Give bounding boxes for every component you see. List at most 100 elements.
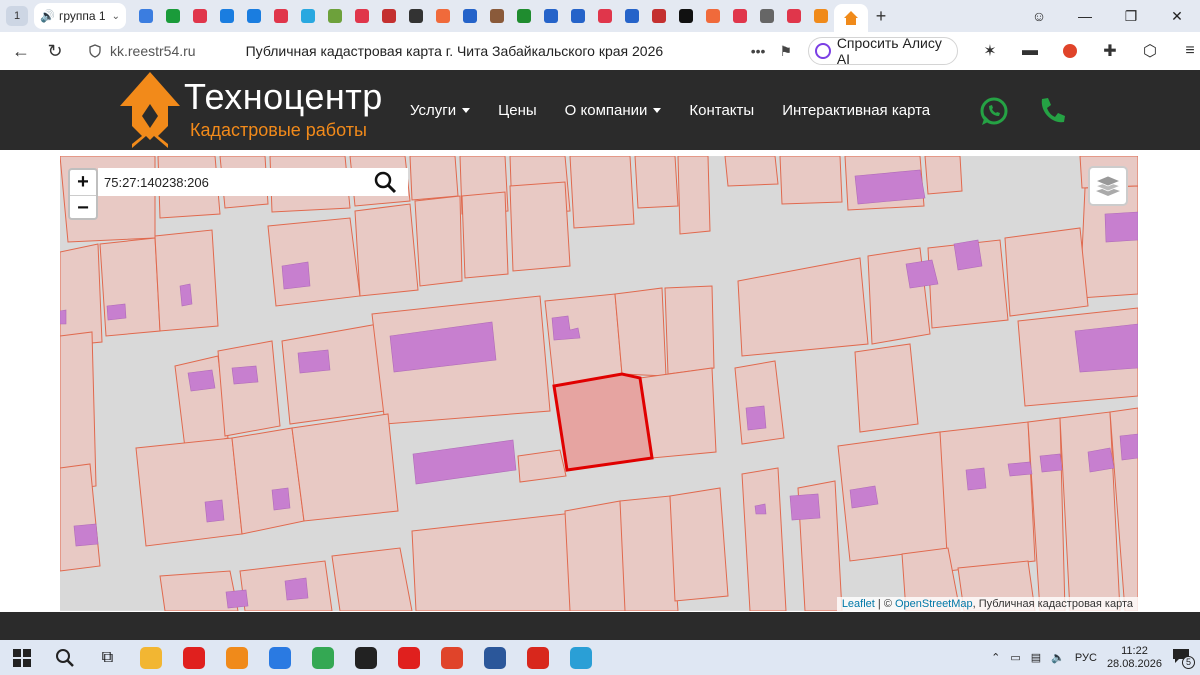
building[interactable]: [849, 485, 879, 509]
tab[interactable]: [456, 3, 483, 29]
parcel[interactable]: [291, 413, 399, 522]
taskbar-app[interactable]: [473, 640, 516, 675]
tab[interactable]: [213, 3, 240, 29]
building[interactable]: [789, 493, 821, 521]
menu-icon[interactable]: ≡: [1170, 42, 1200, 60]
taskbar-app[interactable]: [516, 640, 559, 675]
parcels-layer[interactable]: [60, 156, 1138, 611]
building[interactable]: [965, 467, 987, 491]
tab[interactable]: [564, 3, 591, 29]
tab[interactable]: [348, 3, 375, 29]
parcel[interactable]: [281, 323, 386, 425]
parcel[interactable]: [217, 340, 281, 437]
parcel[interactable]: [939, 421, 1036, 572]
parcel[interactable]: [1027, 417, 1066, 611]
notifications-button[interactable]: 5: [1172, 648, 1195, 669]
url-field[interactable]: kk.reestr54.ru Публичная кадастровая кар…: [84, 36, 800, 66]
parcel[interactable]: [267, 217, 361, 307]
parcel[interactable]: [99, 237, 161, 337]
parcel[interactable]: [509, 181, 571, 272]
parcel[interactable]: [619, 495, 679, 611]
extension-icon[interactable]: ✶: [970, 41, 1010, 61]
more-icon[interactable]: •••: [751, 43, 766, 59]
menu-item-contacts[interactable]: Контакты: [689, 102, 754, 119]
search-input[interactable]: [98, 174, 368, 190]
parcel[interactable]: [569, 156, 635, 229]
search-taskbar-button[interactable]: [43, 640, 86, 675]
taskbar-app[interactable]: [258, 640, 301, 675]
parcel[interactable]: [60, 243, 103, 347]
taskbar-app[interactable]: [172, 640, 215, 675]
parcel[interactable]: [154, 229, 219, 332]
parcel[interactable]: [634, 156, 679, 209]
task-view-button[interactable]: ⧉: [86, 640, 129, 675]
parcel[interactable]: [1059, 411, 1121, 611]
extension-icon[interactable]: [1050, 43, 1090, 59]
parcel[interactable]: [779, 156, 843, 205]
building[interactable]: [1007, 461, 1033, 477]
parcel[interactable]: [664, 285, 715, 375]
start-button[interactable]: [0, 640, 43, 675]
tab[interactable]: [753, 3, 780, 29]
building[interactable]: [271, 487, 291, 511]
tab[interactable]: [159, 3, 186, 29]
parcel[interactable]: [231, 427, 305, 535]
parcel[interactable]: [924, 156, 963, 195]
tab[interactable]: [483, 3, 510, 29]
parcel[interactable]: [741, 467, 787, 611]
osm-link[interactable]: OpenStreetMap: [895, 598, 973, 610]
building[interactable]: [204, 499, 225, 523]
phone-icon[interactable]: [1036, 95, 1068, 127]
tab[interactable]: [321, 3, 348, 29]
tab-active[interactable]: [834, 4, 868, 32]
building[interactable]: [60, 309, 67, 325]
tab[interactable]: [591, 3, 618, 29]
parcel[interactable]: [409, 156, 459, 201]
menu-item-about[interactable]: О компании: [565, 102, 662, 119]
clock[interactable]: 11:22 28.08.2026: [1107, 645, 1162, 671]
parcel[interactable]: [734, 360, 785, 445]
taskbar-app[interactable]: [215, 640, 258, 675]
tab[interactable]: [780, 3, 807, 29]
building[interactable]: [905, 259, 939, 289]
building[interactable]: [284, 577, 309, 601]
building[interactable]: [745, 405, 767, 431]
reload-button[interactable]: ↻: [38, 41, 72, 62]
parcel[interactable]: [414, 195, 463, 287]
close-button[interactable]: ✕: [1154, 8, 1200, 25]
tab[interactable]: [240, 3, 267, 29]
puzzle-icon[interactable]: ✚: [1090, 41, 1130, 61]
building[interactable]: [1039, 453, 1063, 473]
parcel[interactable]: [159, 570, 239, 611]
extension-icon[interactable]: ⬡: [1130, 41, 1170, 61]
parcel[interactable]: [614, 287, 667, 377]
restore-button[interactable]: ❐: [1108, 8, 1154, 25]
parcel[interactable]: [724, 156, 779, 187]
tab[interactable]: [726, 3, 753, 29]
taskbar-app[interactable]: [559, 640, 602, 675]
building[interactable]: [225, 589, 249, 609]
taskbar-app[interactable]: [301, 640, 344, 675]
parcel[interactable]: [331, 547, 413, 611]
parcel[interactable]: [677, 156, 711, 235]
tab[interactable]: [186, 3, 213, 29]
tab[interactable]: [132, 3, 159, 29]
tab[interactable]: [402, 3, 429, 29]
zoom-in-button[interactable]: +: [70, 170, 96, 195]
menu-item-services[interactable]: Услуги: [410, 102, 471, 119]
building[interactable]: [754, 503, 767, 515]
minimize-button[interactable]: —: [1062, 8, 1108, 24]
building[interactable]: [106, 303, 127, 321]
menu-item-interactive-map[interactable]: Интерактивная карта: [782, 102, 930, 119]
search-button[interactable]: [368, 168, 402, 196]
language-indicator[interactable]: РУС: [1075, 652, 1097, 664]
building[interactable]: [297, 349, 331, 374]
chevron-up-icon[interactable]: ⌃: [991, 651, 1000, 664]
parcel[interactable]: [564, 500, 629, 611]
building[interactable]: [1074, 323, 1138, 373]
tab[interactable]: [267, 3, 294, 29]
building[interactable]: [854, 169, 926, 205]
taskbar-app[interactable]: [430, 640, 473, 675]
whatsapp-icon[interactable]: [978, 95, 1010, 127]
tab[interactable]: [537, 3, 564, 29]
